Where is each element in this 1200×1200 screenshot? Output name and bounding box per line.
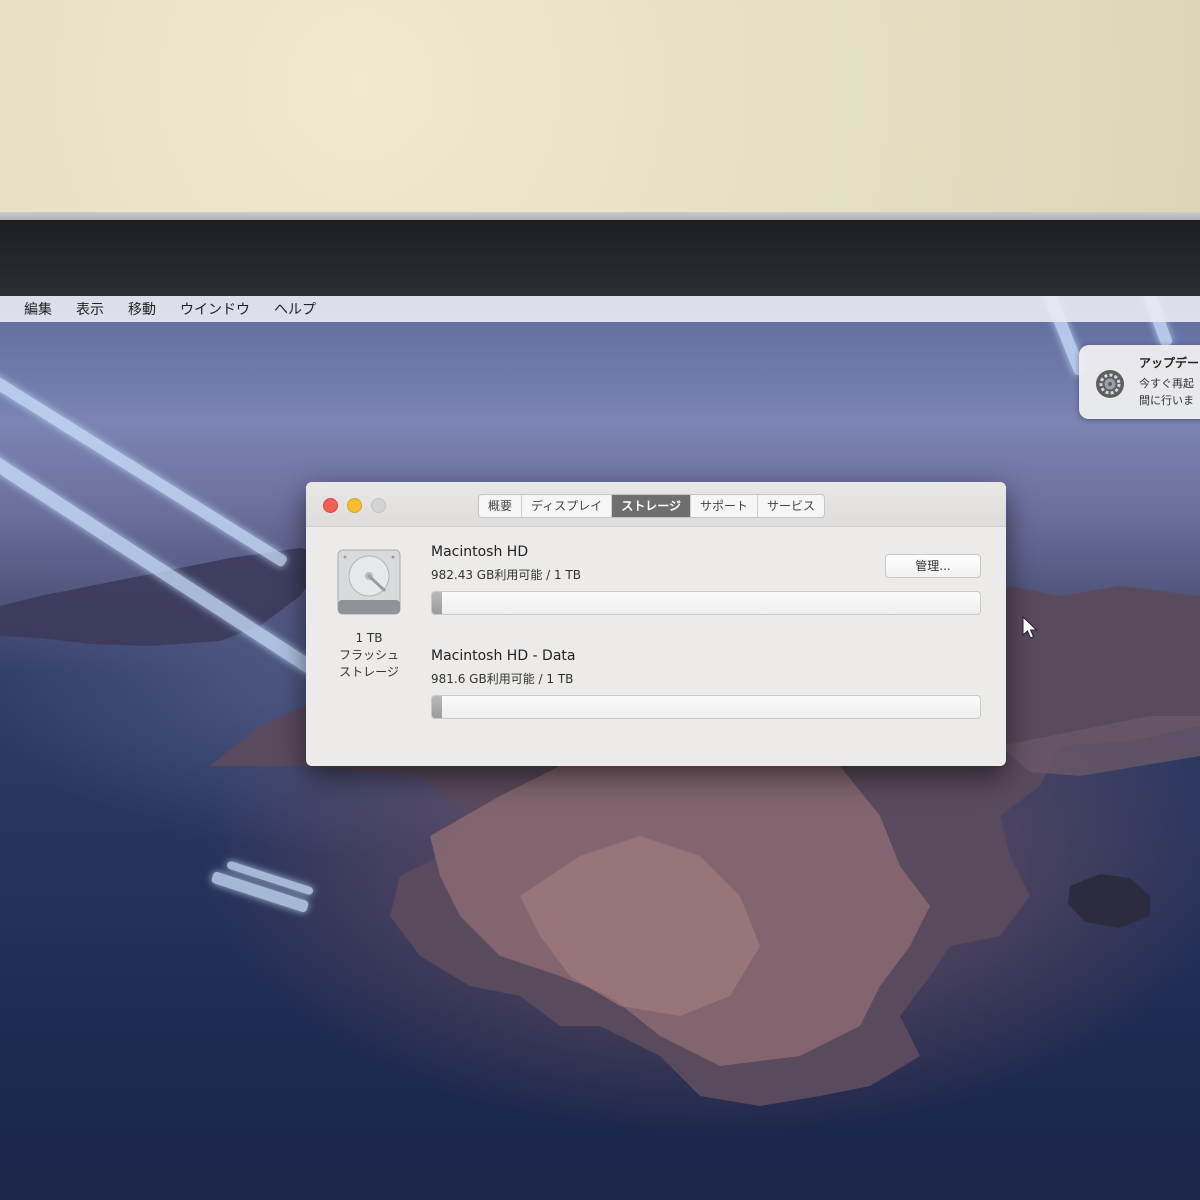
mouse-pointer-icon bbox=[1022, 616, 1038, 639]
storage-bar bbox=[431, 591, 981, 615]
tab-bar: 概要 ディスプレイ ストレージ サポート サービス bbox=[478, 494, 825, 518]
about-this-mac-window: 概要 ディスプレイ ストレージ サポート サービス 1 TB フラッシュ ストレ… bbox=[306, 482, 1006, 766]
close-button[interactable] bbox=[323, 498, 338, 513]
volume-name: Macintosh HD bbox=[431, 544, 529, 560]
window-titlebar[interactable]: 概要 ディスプレイ ストレージ サポート サービス bbox=[306, 482, 1006, 527]
tab-storage[interactable]: ストレージ bbox=[612, 495, 691, 517]
menu-item-window[interactable]: ウインドウ bbox=[170, 299, 264, 319]
tab-service[interactable]: サービス bbox=[758, 495, 824, 517]
hard-drive-icon bbox=[337, 549, 401, 615]
volume-name: Macintosh HD - Data bbox=[431, 648, 576, 664]
menu-item-go[interactable]: 移動 bbox=[118, 299, 170, 319]
zoom-button bbox=[371, 498, 386, 513]
storage-bar-fill bbox=[432, 696, 442, 718]
manage-button[interactable]: 管理... bbox=[885, 554, 981, 578]
desktop-screen: 編集 表示 移動 ウインドウ ヘルプ アップデー 今すぐ再起 間に行いま 概要 … bbox=[0, 296, 1200, 1200]
notification-title: アップデー bbox=[1139, 356, 1200, 370]
disk-capacity: 1 TB bbox=[355, 631, 383, 645]
disk-type: フラッシュ bbox=[338, 648, 399, 662]
wall-background bbox=[0, 0, 1200, 215]
gear-icon bbox=[1096, 370, 1124, 398]
disk-type: ストレージ bbox=[339, 665, 399, 679]
disk-caption: 1 TB フラッシュ ストレージ bbox=[326, 630, 412, 681]
notification-text: 今すぐ再起 bbox=[1139, 377, 1194, 390]
menu-item-edit[interactable]: 編集 bbox=[0, 299, 66, 319]
volume-usage: 982.43 GB利用可能 / 1 TB bbox=[431, 568, 582, 582]
menu-bar: 編集 表示 移動 ウインドウ ヘルプ bbox=[0, 296, 1200, 322]
tab-support[interactable]: サポート bbox=[691, 495, 758, 517]
tab-displays[interactable]: ディスプレイ bbox=[522, 495, 613, 517]
menu-item-view[interactable]: 表示 bbox=[66, 299, 118, 319]
notification-text: 間に行いま bbox=[1139, 394, 1194, 407]
screen-bezel bbox=[0, 220, 1200, 298]
update-notification[interactable]: アップデー 今すぐ再起 間に行いま bbox=[1079, 345, 1200, 419]
tab-overview[interactable]: 概要 bbox=[479, 495, 523, 517]
storage-bar-fill bbox=[432, 592, 442, 614]
minimize-button[interactable] bbox=[347, 498, 362, 513]
volume-usage: 981.6 GB利用可能 / 1 TB bbox=[431, 672, 574, 686]
menu-item-help[interactable]: ヘルプ bbox=[264, 299, 330, 319]
storage-bar bbox=[431, 695, 981, 719]
